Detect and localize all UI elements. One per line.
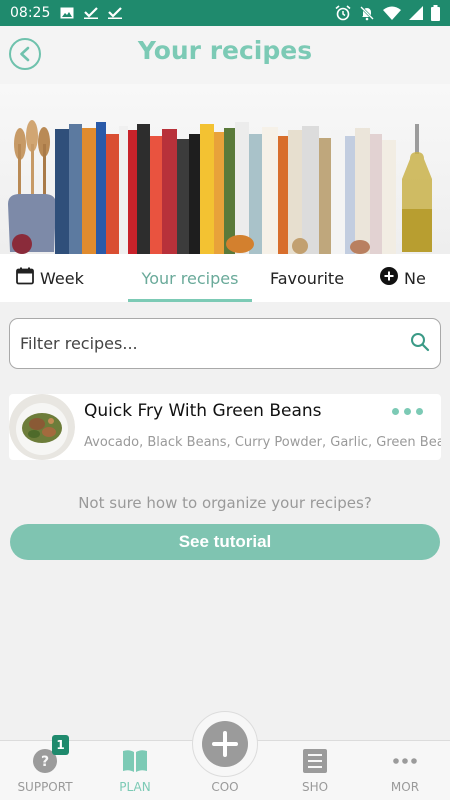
nav-cook-label: COO <box>211 780 239 794</box>
image-notification-icon <box>60 7 74 19</box>
battery-icon <box>431 5 440 21</box>
plus-icon <box>212 731 238 757</box>
more-dots-icon <box>392 749 418 776</box>
tab-week-label: Week <box>40 268 84 288</box>
nav-plan-label: PLAN <box>119 780 151 794</box>
nav-shop[interactable]: SHO <box>270 741 360 800</box>
signal-icon <box>409 6 423 20</box>
tab-your-recipes[interactable]: Your recipes <box>128 254 252 302</box>
tab-new-label: Ne <box>404 268 426 288</box>
notification-badge: 1 <box>52 735 69 755</box>
search-box <box>9 318 441 369</box>
recipe-thumbnail <box>9 394 75 460</box>
book-icon <box>122 749 148 776</box>
page-title: Your recipes <box>137 36 313 65</box>
tab-favourite-label: Favourite <box>269 268 345 288</box>
plus-circle-icon <box>380 267 398 289</box>
svg-text:?: ? <box>41 754 49 770</box>
nav-more-label: MOR <box>390 780 420 794</box>
add-button[interactable] <box>202 721 248 767</box>
status-bar: 08:25 <box>0 0 450 26</box>
check-notification-icon <box>84 7 99 19</box>
recipe-ingredients: Avocado, Black Beans, Curry Powder, Garl… <box>84 435 441 450</box>
check-notification-icon <box>108 7 123 19</box>
recipe-list-item[interactable]: Quick Fry With Green Beans Avocado, Blac… <box>9 394 441 460</box>
filter-recipes-input[interactable] <box>20 334 410 353</box>
search-icon[interactable] <box>410 332 430 356</box>
tab-week[interactable]: Week <box>0 254 128 302</box>
tutorial-hint: Not sure how to organize your recipes? <box>78 494 372 512</box>
recipe-name: Quick Fry With Green Beans <box>84 401 322 421</box>
banner-image <box>0 84 450 254</box>
calendar-icon <box>16 267 34 289</box>
tab-new[interactable]: Ne <box>362 254 450 302</box>
see-tutorial-button[interactable]: See tutorial <box>10 524 440 560</box>
nav-support-label: SUPPORT <box>17 780 73 794</box>
mute-icon <box>359 5 375 21</box>
nav-more[interactable]: MOR <box>360 741 450 800</box>
header: Your recipes <box>0 26 450 84</box>
more-options-icon[interactable] <box>392 408 423 415</box>
nav-support[interactable]: ? 1 SUPPORT <box>0 735 90 800</box>
tab-your-recipes-label: Your recipes <box>141 268 239 288</box>
tab-bar: Week Your recipes Favourite Ne <box>0 254 450 302</box>
tab-favourite[interactable]: Favourite <box>252 254 362 302</box>
nav-plan[interactable]: PLAN <box>90 741 180 800</box>
list-icon <box>303 749 327 776</box>
status-time: 08:25 <box>10 5 51 21</box>
wifi-icon <box>383 6 401 20</box>
alarm-icon <box>335 5 351 21</box>
nav-shop-label: SHO <box>301 780 329 794</box>
